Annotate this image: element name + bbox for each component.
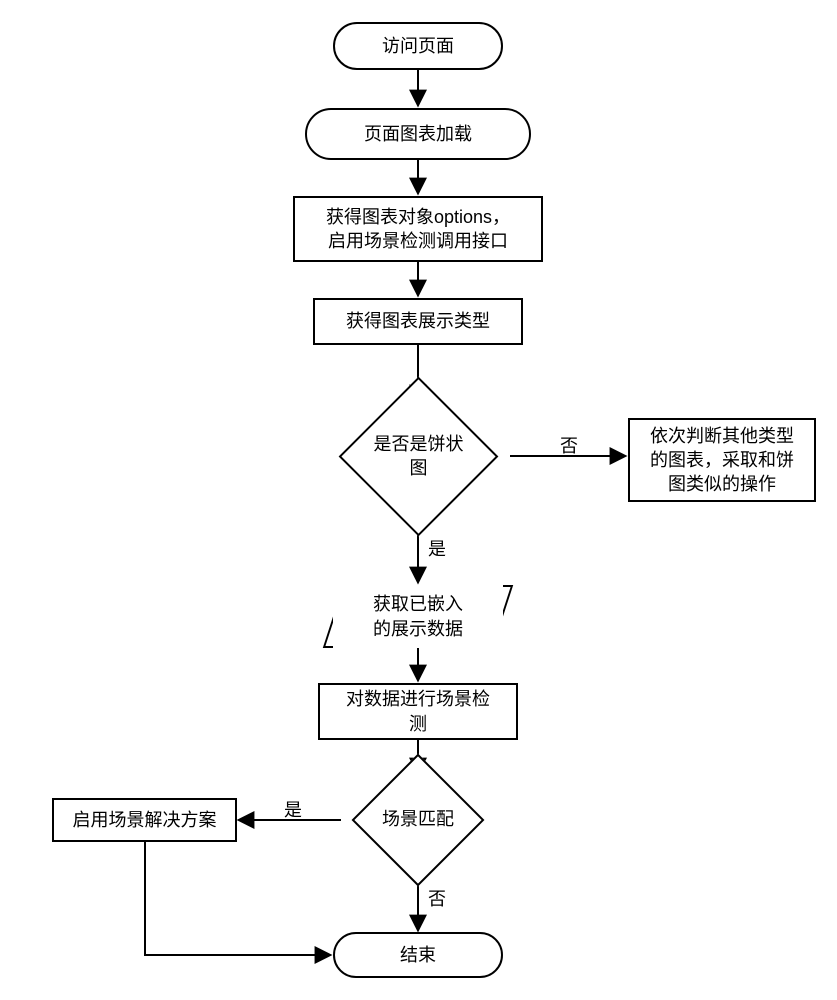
process-get-display-type: 获得图表展示类型: [313, 298, 523, 345]
node-label: 页面图表加载: [364, 122, 472, 146]
node-label: 是否是饼状图: [368, 433, 469, 480]
process-enable-scene-solution: 启用场景解决方案: [52, 798, 237, 842]
node-label: 依次判断其他类型 的图表，采取和饼 图类似的操作: [650, 424, 794, 497]
edge-label-no-2: 否: [428, 885, 446, 911]
edge-label-yes-2: 是: [284, 796, 302, 822]
process-other-chart-types: 依次判断其他类型 的图表，采取和饼 图类似的操作: [628, 418, 816, 502]
node-label: 场景匹配: [382, 808, 454, 831]
flowchart-canvas: 访问页面 页面图表加载 获得图表对象options， 启用场景检测调用接口 获得…: [0, 0, 837, 1000]
node-label: 获得图表展示类型: [346, 309, 490, 333]
node-label: 对数据进行场景检 测: [346, 687, 490, 736]
edge-label-yes-1: 是: [428, 535, 446, 561]
node-label: 获取已嵌入 的展示数据: [373, 592, 463, 641]
node-label: 启用场景解决方案: [73, 808, 217, 832]
decision-scene-match: 场景匹配: [352, 754, 485, 887]
decision-is-pie-chart: 是否是饼状图: [339, 377, 499, 537]
node-label: 访问页面: [382, 34, 454, 58]
terminator-end: 结束: [333, 932, 503, 978]
node-label: 结束: [400, 943, 436, 967]
terminator-load-charts: 页面图表加载: [305, 108, 531, 160]
terminator-start: 访问页面: [333, 22, 503, 70]
process-scene-detect: 对数据进行场景检 测: [318, 683, 518, 740]
process-get-options: 获得图表对象options， 启用场景检测调用接口: [293, 196, 543, 262]
node-label: 获得图表对象options， 启用场景检测调用接口: [326, 205, 510, 254]
io-get-embedded-data: 获取已嵌入 的展示数据: [333, 585, 503, 648]
edge-label-no-1: 否: [560, 432, 578, 458]
